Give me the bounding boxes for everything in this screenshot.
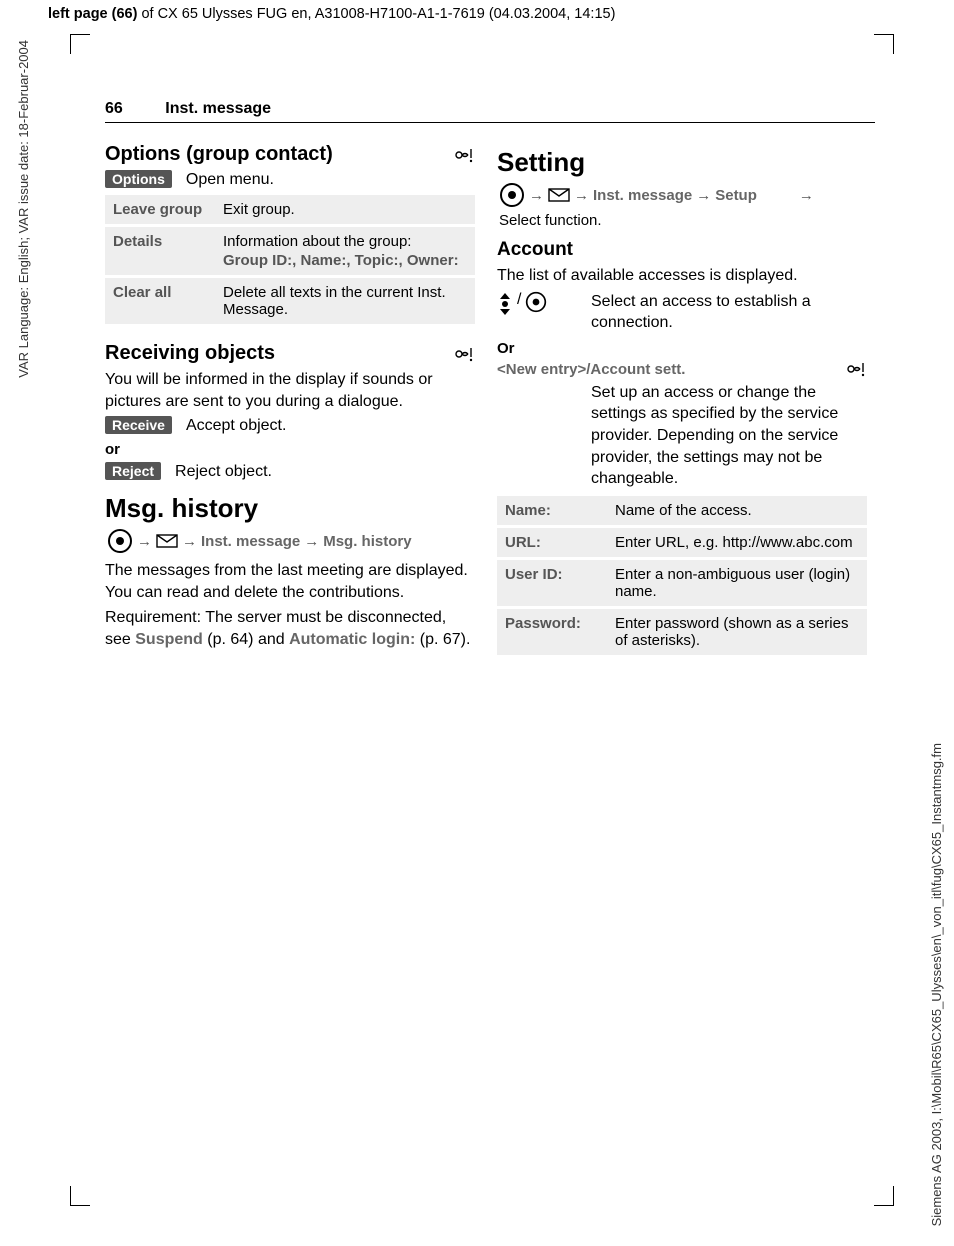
table-row: Details Information about the group: Gro… [105,226,475,277]
details-subfields: Group ID:, Name:, Topic:, Owner: [223,252,467,269]
path-inst-message: Inst. message [593,187,692,204]
cell-val: Name of the access. [607,496,867,527]
envelope-icon [156,533,178,549]
heading-receiving-objects: Receiving objects [105,342,275,365]
cell-key: Details [105,226,215,277]
options-softkey[interactable]: Options [105,170,172,188]
select-access-text: Select an access to establish a connecti… [591,291,867,334]
details-text: Information about the group: [223,233,411,250]
crop-mark [874,34,894,54]
page-body: 66 Inst. message Options (group contact)… [105,100,875,661]
print-header-bold: left page (66) [48,6,137,22]
cell-key: Clear all [105,277,215,325]
nav-updown-icon [497,291,513,317]
page-header: 66 Inst. message [105,100,875,123]
cell-val: Delete all texts in the current Inst. Me… [215,277,475,325]
crop-mark [70,1186,90,1206]
msg-history-p2: Requirement: The server must be disconne… [105,607,475,650]
receiving-objects-text: You will be informed in the display if s… [105,369,475,412]
cell-val: Enter a non-ambiguous user (login) name. [607,558,867,607]
arrow-icon: → [529,187,544,204]
link-auto-login: Automatic login: [289,631,415,648]
table-row: Leave group Exit group. [105,195,475,226]
print-header: left page (66) of CX 65 Ulysses FUG en, … [48,6,615,22]
provider-icon [453,346,475,362]
arrow-icon: → [182,533,197,550]
msg-history-p1: The messages from the last meeting are d… [105,560,475,603]
envelope-icon [548,187,570,203]
heading-msg-history: Msg. history [105,493,475,524]
nav-path-msg-history: → → Inst. message → Msg. history [107,528,475,554]
crop-mark [874,1186,894,1206]
arrow-icon: → [696,187,711,204]
or-label: or [105,441,475,458]
center-key-icon [499,182,525,208]
or-label: Or [497,340,867,357]
cell-val: Exit group. [215,195,475,226]
left-column: Options (group contact) Options Open men… [105,135,475,661]
path-msg-history: Msg. history [323,533,411,550]
new-entry-label: <New entry>/Account sett. [497,361,685,378]
provider-icon [453,147,475,163]
table-row: URL: Enter URL, e.g. http://www.abc.com [497,526,867,558]
link-suspend: Suspend [135,631,203,648]
table-row: Name: Name of the access. [497,496,867,527]
provider-icon [845,361,867,377]
cell-key: Leave group [105,195,215,226]
path-setup: Setup [715,187,757,204]
page-number: 66 [105,100,123,117]
nav-path-setting: → → Inst. message → Setup → Select funct… [499,182,867,229]
slash: / [517,291,521,309]
page-section-title: Inst. message [165,100,271,117]
cell-key: Name: [497,496,607,527]
arrow-icon: → [137,533,152,550]
crop-mark [70,34,90,54]
options-table: Leave group Exit group. Details Informat… [105,195,475,324]
print-header-rest: of CX 65 Ulysses FUG en, A31008-H7100-A1… [137,6,615,22]
side-margin-right: Siemens AG 2003, I:\Mobil\R65\CX65_Ulyss… [929,743,944,1226]
text-frag: (p. 64) and [203,631,289,648]
arrow-icon: → [304,533,319,550]
center-key-icon [525,291,547,313]
cell-key: User ID: [497,558,607,607]
options-open-text: Open menu. [186,171,274,189]
heading-setting: Setting [497,147,867,178]
table-row: User ID: Enter a non-ambiguous user (log… [497,558,867,607]
cell-val: Enter URL, e.g. http://www.abc.com [607,526,867,558]
path-inst-message: Inst. message [201,533,300,550]
table-row: Clear all Delete all texts in the curren… [105,277,475,325]
side-margin-left: VAR Language: English; VAR issue date: 1… [16,40,31,378]
cell-key: Password: [497,607,607,655]
text-frag: (p. 67). [415,631,470,648]
center-key-icon [107,528,133,554]
reject-text: Reject object. [175,463,272,481]
heading-options-group: Options (group contact) [105,143,333,166]
account-settings-table: Name: Name of the access. URL: Enter URL… [497,496,867,655]
table-row: Password: Enter password (shown as a ser… [497,607,867,655]
heading-account: Account [497,239,867,261]
account-text: The list of available accesses is displa… [497,265,867,287]
cell-val: Enter password (shown as a series of ast… [607,607,867,655]
cell-key: URL: [497,526,607,558]
arrow-icon: → [574,187,589,204]
right-column: Setting → → Inst. message → Setup → Sele… [497,135,867,661]
arrow-icon: → [799,187,814,204]
receive-softkey[interactable]: Receive [105,416,172,434]
cell-val: Information about the group: Group ID:, … [215,226,475,277]
path-select-function: Select function. [499,212,602,229]
reject-softkey[interactable]: Reject [105,462,161,480]
new-entry-desc: Set up an access or change the settings … [591,382,867,490]
receive-text: Accept object. [186,417,287,435]
